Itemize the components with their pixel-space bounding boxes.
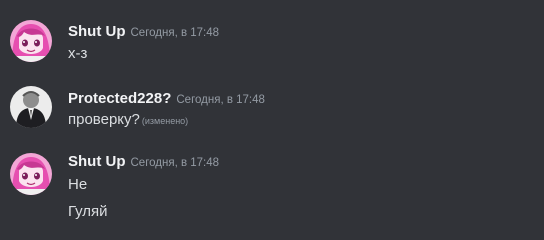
message-timestamp[interactable]: Сегодня, в 17:48	[131, 27, 220, 39]
suited-figure-avatar-icon[interactable]	[10, 86, 52, 128]
username[interactable]: Protected228?	[68, 90, 171, 107]
message-text: Не	[68, 176, 88, 193]
message-timestamp[interactable]: Сегодня, в 17:48	[131, 157, 220, 169]
message-text: х-з	[68, 45, 88, 62]
chat-message-list: Shut Up Сегодня, в 17:48 х-з Protected228…	[0, 0, 544, 240]
message-text-body: проверку?	[68, 111, 140, 128]
username[interactable]: Shut Up	[68, 23, 126, 40]
message-text: проверку? (изменено)	[68, 111, 188, 128]
username[interactable]: Shut Up	[68, 153, 126, 170]
anime-girl-avatar-icon[interactable]	[10, 20, 52, 62]
message-header: Protected228? Сегодня, в 17:48	[68, 90, 265, 108]
message-header: Shut Up Сегодня, в 17:48	[68, 23, 219, 41]
message-header: Shut Up Сегодня, в 17:48	[68, 153, 219, 171]
message-timestamp[interactable]: Сегодня, в 17:48	[176, 94, 265, 106]
edited-label: (изменено)	[141, 116, 189, 126]
message-text: Гуляй	[68, 203, 108, 220]
anime-girl-avatar-icon[interactable]	[10, 153, 52, 195]
